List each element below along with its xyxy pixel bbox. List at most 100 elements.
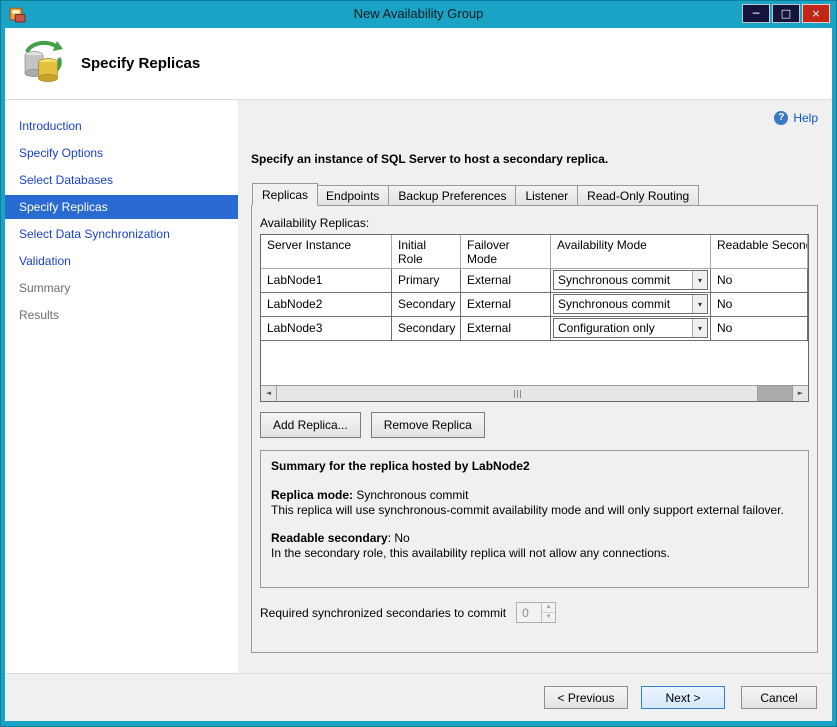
scroll-left-icon[interactable]: ◄ <box>261 386 277 401</box>
cell-server: LabNode1 <box>261 269 392 293</box>
cell-failover: External <box>461 317 551 341</box>
cancel-button[interactable]: Cancel <box>741 686 817 709</box>
table-empty-area <box>261 341 808 385</box>
window-title: New Availability Group <box>5 6 832 21</box>
nav-item-validation[interactable]: Validation <box>5 249 238 273</box>
cell-role: Secondary <box>392 317 461 341</box>
wizard-nav: Introduction Specify Options Select Data… <box>5 100 238 673</box>
cell-availability: Synchronous commit ▾ <box>551 269 711 293</box>
close-button[interactable]: × <box>802 4 830 23</box>
col-initial-role: Initial Role <box>392 235 461 269</box>
cell-role: Primary <box>392 269 461 293</box>
replica-mode-label: Replica mode: <box>271 488 353 502</box>
minimize-button[interactable]: ─ <box>742 4 770 23</box>
dialog-window: New Availability Group ─ □ × <box>0 0 837 727</box>
nav-item-results: Results <box>5 303 238 327</box>
scrollbar-grip-icon <box>520 390 521 398</box>
availability-replicas-table: Server Instance Initial Role Failover Mo… <box>260 234 809 402</box>
cell-readable: No <box>711 293 808 317</box>
spin-down-icon[interactable]: ▼ <box>542 613 555 622</box>
table-row[interactable]: LabNode2 Secondary External Synchronous … <box>261 293 808 317</box>
replica-summary-box: Summary for the replica hosted by LabNod… <box>260 450 809 588</box>
next-button[interactable]: Next > <box>641 686 725 709</box>
chevron-down-icon[interactable]: ▾ <box>692 295 707 313</box>
availability-replicas-label: Availability Replicas: <box>260 216 809 230</box>
tab-endpoints[interactable]: Endpoints <box>317 185 389 205</box>
chevron-down-icon[interactable]: ▾ <box>692 271 707 289</box>
remove-replica-button[interactable]: Remove Replica <box>371 412 485 438</box>
cell-availability: Configuration only ▾ <box>551 317 711 341</box>
cell-role: Secondary <box>392 293 461 317</box>
cell-failover: External <box>461 269 551 293</box>
tab-strip: Replicas Endpoints Backup Preferences Li… <box>251 183 818 206</box>
readable-secondary-description: In the secondary role, this availability… <box>271 546 798 561</box>
replicas-database-icon <box>21 38 65 89</box>
tab-read-only-routing[interactable]: Read-Only Routing <box>578 185 699 205</box>
nav-item-select-databases[interactable]: Select Databases <box>5 168 238 192</box>
replica-buttons-row: Add Replica... Remove Replica <box>260 412 809 438</box>
nav-item-summary: Summary <box>5 276 238 300</box>
previous-button[interactable]: < Previous <box>544 686 628 709</box>
readable-secondary-line: Readable secondary: No <box>271 531 798 546</box>
help-label: Help <box>793 111 818 125</box>
dropdown-value: Synchronous commit <box>554 271 692 289</box>
nav-item-data-synchronization[interactable]: Select Data Synchronization <box>5 222 238 246</box>
cell-server: LabNode2 <box>261 293 392 317</box>
table-header-row: Server Instance Initial Role Failover Mo… <box>261 235 808 269</box>
summary-title: Summary for the replica hosted by LabNod… <box>271 459 798 474</box>
wizard-footer: < Previous Next > Cancel <box>5 673 832 721</box>
secondaries-to-commit-stepper[interactable]: 0 ▲ ▼ <box>516 602 556 623</box>
tab-replicas[interactable]: Replicas <box>252 183 318 206</box>
availability-mode-dropdown[interactable]: Configuration only ▾ <box>553 318 708 338</box>
col-availability-mode: Availability Mode <box>551 235 711 269</box>
window-controls: ─ □ × <box>742 4 830 23</box>
cell-readable: No <box>711 269 808 293</box>
help-icon: ? <box>774 111 788 125</box>
tab-backup-preferences[interactable]: Backup Preferences <box>389 185 516 205</box>
scrollbar-grip-icon <box>514 390 515 398</box>
cell-availability: Synchronous commit ▾ <box>551 293 711 317</box>
instruction-text: Specify an instance of SQL Server to hos… <box>251 152 818 166</box>
nav-item-specify-options[interactable]: Specify Options <box>5 141 238 165</box>
chevron-down-icon[interactable]: ▾ <box>692 319 707 337</box>
cell-readable: No <box>711 317 808 341</box>
cell-server: LabNode3 <box>261 317 392 341</box>
availability-mode-dropdown[interactable]: Synchronous commit ▾ <box>553 270 708 290</box>
table-row[interactable]: LabNode1 Primary External Synchronous co… <box>261 269 808 293</box>
maximize-button[interactable]: □ <box>772 4 800 23</box>
secondaries-to-commit-row: Required synchronized secondaries to com… <box>260 602 809 623</box>
cell-failover: External <box>461 293 551 317</box>
nav-item-specify-replicas[interactable]: Specify Replicas <box>5 195 238 219</box>
horizontal-scrollbar[interactable]: ◄ ► <box>261 385 808 401</box>
secondaries-to-commit-label: Required synchronized secondaries to com… <box>260 606 506 620</box>
replica-mode-description: This replica will use synchronous-commit… <box>271 503 798 518</box>
replicas-tab-panel: Availability Replicas: Server Instance I… <box>251 205 818 653</box>
table-row[interactable]: LabNode3 Secondary External Configuratio… <box>261 317 808 341</box>
dropdown-value: Synchronous commit <box>554 295 692 313</box>
scrollbar-grip-icon <box>517 390 518 398</box>
dialog-frame: Specify Replicas Introduction Specify Op… <box>5 28 832 721</box>
stepper-value: 0 <box>517 603 541 622</box>
spin-up-icon[interactable]: ▲ <box>542 603 555 613</box>
add-replica-button[interactable]: Add Replica... <box>260 412 361 438</box>
scroll-right-icon[interactable]: ► <box>792 386 808 401</box>
col-failover-mode: Failover Mode <box>461 235 551 269</box>
replica-mode-value: Synchronous commit <box>353 488 468 502</box>
nav-item-introduction[interactable]: Introduction <box>5 114 238 138</box>
title-bar[interactable]: New Availability Group ─ □ × <box>5 1 832 28</box>
scrollbar-track[interactable] <box>758 386 792 401</box>
help-link[interactable]: ? Help <box>251 110 818 126</box>
scrollbar-thumb[interactable] <box>277 386 758 401</box>
col-readable-secondary: Readable Secondary <box>711 235 808 269</box>
availability-mode-dropdown[interactable]: Synchronous commit ▾ <box>553 294 708 314</box>
stepper-buttons: ▲ ▼ <box>541 603 555 622</box>
readable-secondary-value: : No <box>388 531 410 545</box>
readable-secondary-label: Readable secondary <box>271 531 388 545</box>
col-server-instance: Server Instance <box>261 235 392 269</box>
wizard-content: ? Help Specify an instance of SQL Server… <box>238 100 832 673</box>
wizard-header: Specify Replicas <box>5 28 832 100</box>
replica-mode-line: Replica mode: Synchronous commit <box>271 488 798 503</box>
page-title: Specify Replicas <box>81 55 200 72</box>
tab-listener[interactable]: Listener <box>516 185 578 205</box>
dropdown-value: Configuration only <box>554 319 692 337</box>
